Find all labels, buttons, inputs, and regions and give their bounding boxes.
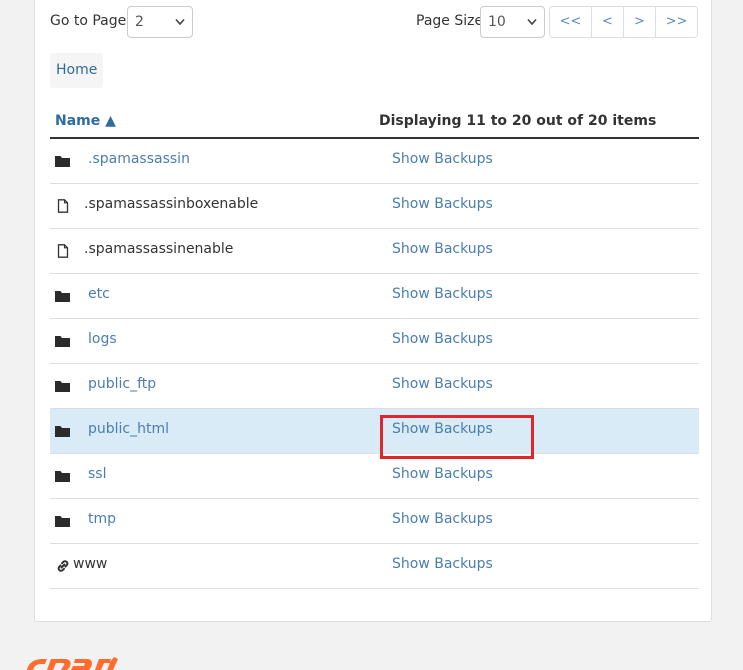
name-column-header[interactable]: Name ▲	[55, 113, 116, 129]
table-row[interactable]: .spamassassinenable Show Backups	[50, 229, 699, 274]
file-name[interactable]: public_ftp	[88, 376, 156, 392]
goto-page-select[interactable]: 2	[127, 6, 193, 38]
show-backups-link[interactable]: Show Backups	[392, 196, 493, 212]
pagination-bar: Go to Page: 2 Page Size 10 << < > >>	[50, 6, 699, 38]
chevron-down-icon	[175, 18, 185, 26]
prev-page-button[interactable]: <	[592, 7, 624, 37]
breadcrumb-home-link[interactable]: Home	[56, 62, 97, 78]
folder-icon	[55, 154, 71, 168]
link-icon	[55, 559, 71, 573]
folder-icon	[55, 289, 71, 303]
page-size-select[interactable]: 10	[480, 6, 545, 38]
table-row[interactable]: logs Show Backups	[50, 319, 699, 364]
file-icon	[55, 244, 71, 258]
displaying-count: Displaying 11 to 20 out of 20 items	[379, 113, 657, 129]
show-backups-link[interactable]: Show Backups	[392, 466, 493, 482]
table-row[interactable]: public_ftp Show Backups	[50, 364, 699, 409]
table-row[interactable]: .spamassassin Show Backups	[50, 139, 699, 184]
file-name[interactable]: ssl	[88, 466, 106, 482]
file-name[interactable]: etc	[88, 286, 110, 302]
table-row[interactable]: tmp Show Backups	[50, 499, 699, 544]
table-row[interactable]: .spamassassinboxenable Show Backups	[50, 184, 699, 229]
chevron-down-icon	[527, 18, 537, 26]
table-row[interactable]: etc Show Backups	[50, 274, 699, 319]
file-manager-panel: Go to Page: 2 Page Size 10 << < > >> Hom…	[34, 0, 712, 622]
file-name: .spamassassinenable	[84, 241, 234, 257]
show-backups-link[interactable]: Show Backups	[392, 376, 493, 392]
goto-page-value: 2	[135, 14, 144, 30]
file-name[interactable]: public_html	[88, 421, 169, 437]
folder-icon	[55, 424, 71, 438]
highlight-annotation-box	[380, 415, 534, 459]
file-name: www	[73, 556, 108, 572]
folder-icon	[55, 334, 71, 348]
goto-page-label: Go to Page:	[50, 13, 131, 29]
first-page-button[interactable]: <<	[550, 7, 592, 37]
next-page-button[interactable]: >	[624, 7, 656, 37]
file-name: .spamassassinboxenable	[84, 196, 259, 212]
file-name[interactable]: tmp	[88, 511, 116, 527]
folder-icon	[55, 469, 71, 483]
show-backups-link[interactable]: Show Backups	[392, 286, 493, 302]
breadcrumb: Home	[50, 53, 104, 88]
last-page-button[interactable]: >>	[656, 7, 697, 37]
folder-icon	[55, 514, 71, 528]
table-row[interactable]: ssl Show Backups	[50, 454, 699, 499]
show-backups-link[interactable]: Show Backups	[392, 511, 493, 527]
table-row[interactable]: public_html Show Backups	[50, 409, 699, 459]
table-header: Name ▲ Displaying 11 to 20 out of 20 ite…	[50, 109, 699, 139]
file-list: .spamassassin Show Backups .spamassassinbo…	[50, 139, 699, 589]
show-backups-link[interactable]: Show Backups	[392, 556, 493, 572]
show-backups-link[interactable]: Show Backups	[392, 331, 493, 347]
table-row[interactable]: www Show Backups	[50, 544, 699, 589]
show-backups-link[interactable]: Show Backups	[392, 151, 493, 167]
file-name[interactable]: logs	[88, 331, 117, 347]
file-name[interactable]: .spamassassin	[88, 151, 190, 167]
folder-icon	[55, 379, 71, 393]
show-backups-link[interactable]: Show Backups	[392, 241, 493, 257]
file-icon	[55, 199, 71, 213]
page-size-value: 10	[488, 14, 506, 30]
page-size-label: Page Size	[416, 13, 484, 29]
pager-buttons: << < > >>	[549, 6, 698, 38]
